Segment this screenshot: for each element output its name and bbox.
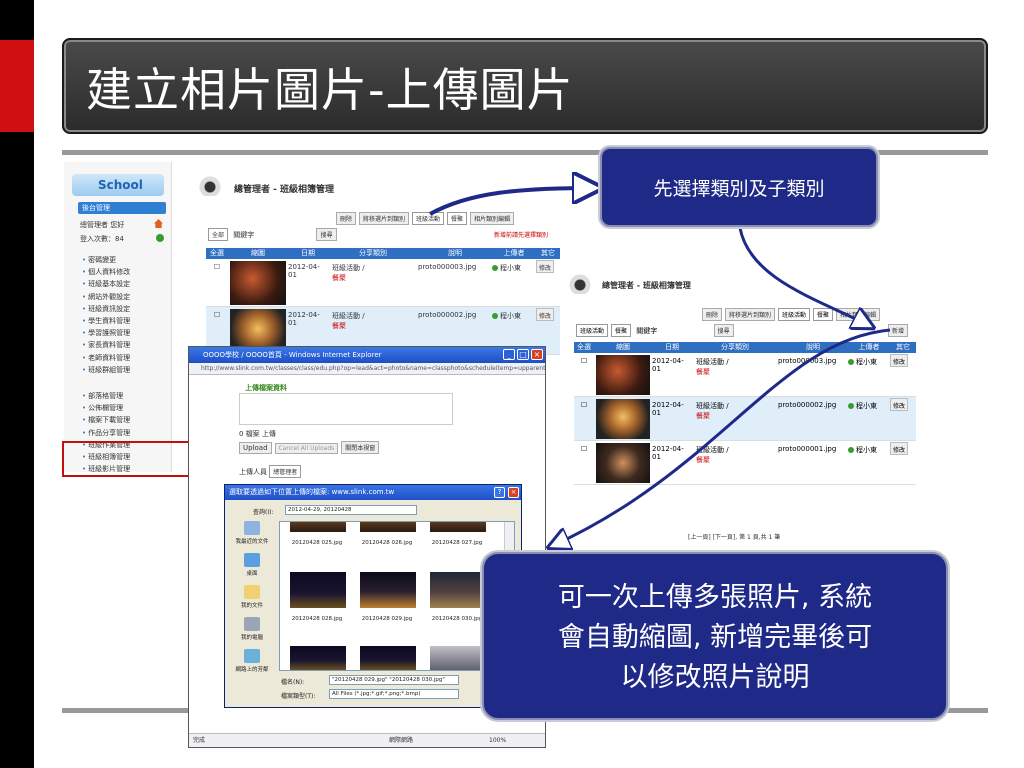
slide: 建立相片圖片-上傳圖片 School 後台管理 總管理者 您好 登入次數：84 … xyxy=(0,0,1024,768)
arrow-to-category xyxy=(429,188,596,216)
callout-line: 以修改照片說明 xyxy=(620,662,810,693)
arrow-to-add-button xyxy=(738,227,870,326)
callout-line: 會自動縮圖, 新增完畢後可 xyxy=(557,622,873,653)
callout-upload-multiple: 可一次上傳多張照片, 系統 會自動縮圖, 新增完畢後可 以修改照片說明 xyxy=(482,552,948,720)
callout-line: 可一次上傳多張照片, 系統 xyxy=(557,582,873,613)
callout-select-category: 先選擇類別及子類別 xyxy=(600,147,878,227)
arrow-to-dialog xyxy=(552,328,891,546)
